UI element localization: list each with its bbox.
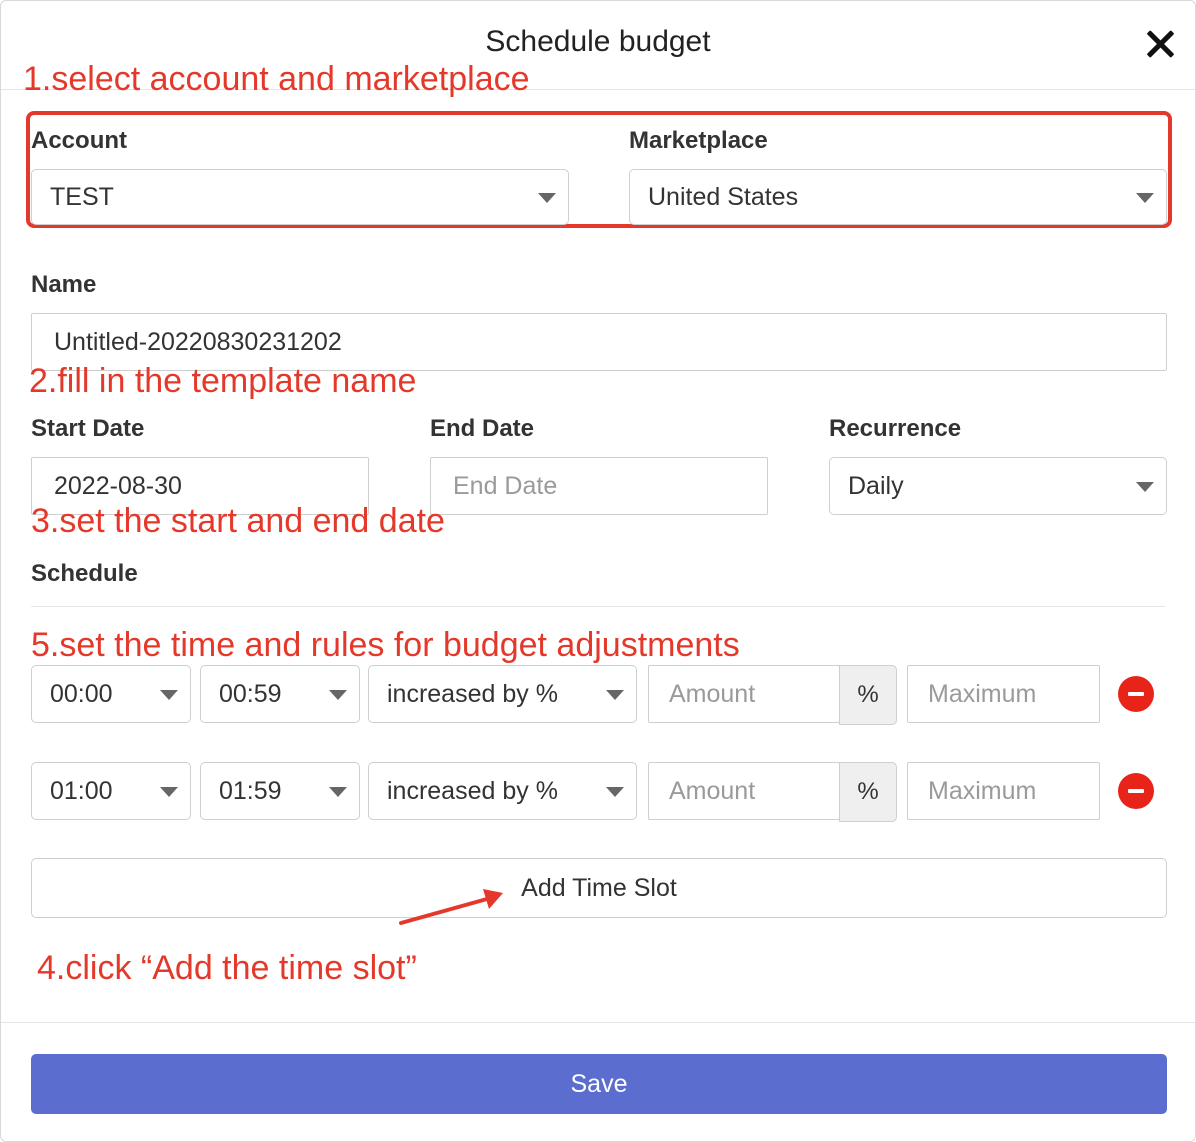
annotation-step2: 2.fill in the template name <box>29 362 417 400</box>
chevron-down-icon <box>160 787 178 797</box>
name-label: Name <box>31 271 97 298</box>
start-date-label: Start Date <box>31 415 145 442</box>
account-select-value: TEST <box>50 182 114 211</box>
footer-divider <box>1 1022 1195 1023</box>
slot-amount-input[interactable]: Amount <box>648 665 840 723</box>
annotation-step4: 4.click “Add the time slot” <box>37 949 417 987</box>
marketplace-label: Marketplace <box>629 127 768 154</box>
end-date-label: End Date <box>430 415 535 442</box>
chevron-down-icon <box>606 787 624 797</box>
slot-end-time-value: 00:59 <box>219 679 282 708</box>
slot-end-time-value: 01:59 <box>219 776 282 805</box>
end-date-input[interactable]: End Date <box>430 457 768 515</box>
start-date-value: 2022-08-30 <box>54 471 182 500</box>
slot-rule-value: increased by % <box>387 776 558 805</box>
add-time-slot-button[interactable]: Add Time Slot <box>31 858 1167 918</box>
chevron-down-icon <box>329 787 347 797</box>
chevron-down-icon <box>329 690 347 700</box>
marketplace-select-value: United States <box>648 182 799 211</box>
dialog-title: Schedule budget <box>485 25 711 58</box>
slot-amount-placeholder: Amount <box>669 679 756 708</box>
slot-amount-input[interactable]: Amount <box>648 762 840 820</box>
chevron-down-icon <box>538 193 556 203</box>
schedule-divider <box>31 606 1165 607</box>
chevron-down-icon <box>606 690 624 700</box>
remove-slot-icon[interactable] <box>1118 676 1154 712</box>
schedule-budget-dialog: Schedule budget 1.select account and mar… <box>0 0 1196 1142</box>
remove-slot-icon[interactable] <box>1118 773 1154 809</box>
chevron-down-icon <box>1136 482 1154 492</box>
end-date-placeholder: End Date <box>453 471 558 500</box>
percent-addon: % <box>839 665 897 725</box>
slot-end-time-select[interactable]: 00:59 <box>200 665 360 723</box>
name-input-value: Untitled-20220830231202 <box>54 327 342 356</box>
percent-addon: % <box>839 762 897 822</box>
recurrence-select[interactable]: Daily <box>829 457 1167 515</box>
account-label: Account <box>31 127 127 154</box>
slot-amount-placeholder: Amount <box>669 776 756 805</box>
annotation-step3: 3.set the start and end date <box>31 502 445 540</box>
slot-start-time-value: 00:00 <box>50 679 113 708</box>
recurrence-select-value: Daily <box>848 471 904 500</box>
slot-rule-select[interactable]: increased by % <box>368 665 637 723</box>
recurrence-label: Recurrence <box>829 415 962 442</box>
slot-end-time-select[interactable]: 01:59 <box>200 762 360 820</box>
slot-maximum-placeholder: Maximum <box>928 679 1037 708</box>
slot-start-time-value: 01:00 <box>50 776 113 805</box>
annotation-arrow-icon <box>399 889 503 925</box>
slot-start-time-select[interactable]: 01:00 <box>31 762 191 820</box>
save-button[interactable]: Save <box>31 1054 1167 1114</box>
slot-maximum-input[interactable]: Maximum <box>907 762 1100 820</box>
annotation-step1: 1.select account and marketplace <box>23 60 530 98</box>
account-select[interactable]: TEST <box>31 169 569 225</box>
marketplace-select[interactable]: United States <box>629 169 1167 225</box>
slot-maximum-placeholder: Maximum <box>928 776 1037 805</box>
slot-maximum-input[interactable]: Maximum <box>907 665 1100 723</box>
annotation-step5: 5.set the time and rules for budget adju… <box>31 626 740 664</box>
slot-rule-value: increased by % <box>387 679 558 708</box>
chevron-down-icon <box>1136 193 1154 203</box>
slot-rule-select[interactable]: increased by % <box>368 762 637 820</box>
slot-start-time-select[interactable]: 00:00 <box>31 665 191 723</box>
close-icon[interactable] <box>1143 27 1177 61</box>
schedule-label: Schedule <box>31 560 138 587</box>
chevron-down-icon <box>160 690 178 700</box>
